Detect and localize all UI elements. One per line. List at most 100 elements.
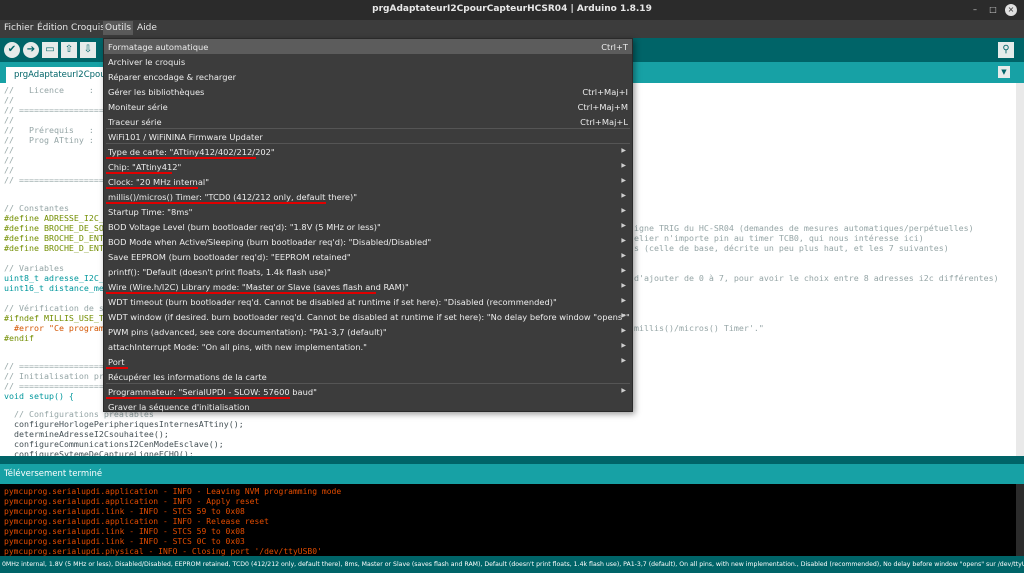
menu-item-label: Port <box>108 357 125 367</box>
panel-divider[interactable] <box>0 456 1024 464</box>
menu-item-label: Archiver le croquis <box>108 57 186 67</box>
menu-item-label: Chip: "ATtiny412" <box>108 162 182 172</box>
menu-croquis[interactable]: Croquis <box>71 23 105 33</box>
code-line: #define BROCHE_DE_SO <box>4 223 104 233</box>
menu-item[interactable]: Type de carte: "ATtiny412/402/212/202" ▶ <box>104 144 632 159</box>
menu-item[interactable]: Formatage automatique Ctrl+T <box>104 39 632 54</box>
tab-menu-icon[interactable]: ▼ <box>998 66 1010 78</box>
menu-item[interactable]: WDT window (if desired. burn bootloader … <box>104 309 632 324</box>
submenu-arrow-icon: ▶ <box>621 237 626 244</box>
code-line: // =================== <box>4 105 114 115</box>
code-line: #error "Ce program <box>4 323 104 333</box>
menu-item[interactable]: Graver la séquence d'initialisation <box>104 399 632 414</box>
code-line: configureSytemeDeCaptureLigneECHO(); <box>4 449 194 456</box>
menu-item[interactable]: Save EEPROM (burn bootloader req'd): "EE… <box>104 249 632 264</box>
menu-item-label: Formatage automatique <box>108 42 209 52</box>
menu-item-label: Type de carte: "ATtiny412/402/212/202" <box>108 147 275 157</box>
code-line: // =================== <box>4 175 114 185</box>
submenu-arrow-icon: ▶ <box>621 207 626 214</box>
code-line-fragment: s (celle de base, décrite un peu plus ha… <box>634 243 949 253</box>
menu-item-label: Programmateur: "SerialUPDI - SLOW: 57600… <box>108 387 317 397</box>
submenu-arrow-icon: ▶ <box>621 282 626 289</box>
code-line: // ================== <box>4 361 109 371</box>
new-sketch-button[interactable]: ▭ <box>42 42 58 58</box>
submenu-arrow-icon: ▶ <box>621 192 626 199</box>
menu-item-label: attachInterrupt Mode: "On all pins, with… <box>108 342 367 352</box>
editor-scrollbar[interactable] <box>1016 83 1024 456</box>
upload-button[interactable]: ➔ <box>23 42 39 58</box>
menu-item[interactable]: Chip: "ATtiny412" ▶ <box>104 159 632 174</box>
menu-item[interactable]: Programmateur: "SerialUPDI - SLOW: 57600… <box>104 384 632 399</box>
submenu-arrow-icon: ▶ <box>621 357 626 364</box>
minimize-icon[interactable]: – <box>969 4 981 16</box>
menu-item[interactable]: Archiver le croquis <box>104 54 632 69</box>
menu-item[interactable]: Startup Time: "8ms" ▶ <box>104 204 632 219</box>
menu-separator <box>106 143 630 144</box>
menu-item[interactable]: Réparer encodage & recharger <box>104 69 632 84</box>
serial-monitor-icon[interactable]: ⚲ <box>998 42 1014 58</box>
menu-item-shortcut: Ctrl+Maj+M <box>577 102 628 112</box>
menu-item[interactable]: Clock: "20 MHz internal" ▶ <box>104 174 632 189</box>
code-line: // Vérification de s <box>4 303 104 313</box>
verify-button[interactable]: ✔ <box>4 42 20 58</box>
menu-item[interactable]: millis()/micros() Timer: "TCD0 (412/212 … <box>104 189 632 204</box>
menu-item-shortcut: Ctrl+T <box>601 42 628 52</box>
menu-item-label: WiFi101 / WiFiNINA Firmware Updater <box>108 132 263 142</box>
menu-item[interactable]: BOD Voltage Level (burn bootloader req'd… <box>104 219 632 234</box>
menu-item[interactable]: printf(): "Default (doesn't print floats… <box>104 264 632 279</box>
menu-item[interactable]: Récupérer les informations de la carte <box>104 369 632 384</box>
menu-item-label: Traceur série <box>108 117 162 127</box>
submenu-arrow-icon: ▶ <box>621 222 626 229</box>
window-title: prgAdaptateurI2CpourCapteurHCSR04 | Ardu… <box>372 4 652 14</box>
maximize-icon[interactable]: □ <box>987 4 999 16</box>
menu-bar: Fichier Édition Croquis Outils Aide <box>0 20 1024 38</box>
code-line: // Prérequis : <box>4 125 94 135</box>
code-line: configureHorlogePeripheriquesInternesATt… <box>4 419 244 429</box>
console-line: pymcuprog.serialupdi.link - INFO - STCS … <box>4 537 245 546</box>
menu-item-label: Moniteur série <box>108 102 168 112</box>
code-line: // ================== <box>4 381 109 391</box>
code-line: #ifndef MILLIS_USE_T <box>4 313 104 323</box>
menu-fichier[interactable]: Fichier <box>4 23 33 33</box>
submenu-arrow-icon: ▶ <box>621 162 626 169</box>
console-line: pymcuprog.serialupdi.link - INFO - STCS … <box>4 527 245 536</box>
menu-aide[interactable]: Aide <box>137 23 157 33</box>
menu-item[interactable]: Traceur série Ctrl+Maj+L <box>104 114 632 129</box>
menu-item-label: Gérer les bibliothèques <box>108 87 205 97</box>
menu-item[interactable]: BOD Mode when Active/Sleeping (burn boot… <box>104 234 632 249</box>
menu-item-label: millis()/micros() Timer: "TCD0 (412/212 … <box>108 192 358 202</box>
menu-item[interactable]: Wire (Wire.h/I2C) Library mode: "Master … <box>104 279 632 294</box>
code-line: // <box>4 155 14 165</box>
menu-outils[interactable]: Outils <box>103 21 134 35</box>
menu-item[interactable]: WiFi101 / WiFiNINA Firmware Updater <box>104 129 632 144</box>
tab-sketch[interactable]: prgAdaptateurI2CpourCapteurHCSR04 <box>6 67 106 83</box>
code-line: // Licence : <box>4 85 94 95</box>
menu-item[interactable]: WDT timeout (burn bootloader req'd. Cann… <box>104 294 632 309</box>
menu-item-shortcut: Ctrl+Maj+L <box>580 117 628 127</box>
menu-item[interactable]: Port ▶ <box>104 354 632 369</box>
menu-item[interactable]: Gérer les bibliothèques Ctrl+Maj+I <box>104 84 632 99</box>
menu-item-label: Récupérer les informations de la carte <box>108 372 267 382</box>
menu-item-label: BOD Voltage Level (burn bootloader req'd… <box>108 222 381 232</box>
console-scrollbar[interactable] <box>1016 484 1024 556</box>
code-line-fragment: millis()/micros() Timer'." <box>634 323 764 333</box>
submenu-arrow-icon: ▶ <box>621 177 626 184</box>
close-icon[interactable]: × <box>1005 4 1017 16</box>
console-line: pymcuprog.serialupdi.application - INFO … <box>4 517 269 526</box>
menu-item[interactable]: attachInterrupt Mode: "On all pins, with… <box>104 339 632 354</box>
code-line: // <box>4 115 14 125</box>
console-output: pymcuprog.serialupdi.application - INFO … <box>0 484 1016 556</box>
menu-item-shortcut: Ctrl+Maj+I <box>582 87 628 97</box>
code-line: // Initialisation pr <box>4 371 104 381</box>
code-line-fragment: d'ajouter de 0 à 7, pour avoir le choix … <box>634 273 999 283</box>
menu-item-label: Wire (Wire.h/I2C) Library mode: "Master … <box>108 282 409 292</box>
open-sketch-button[interactable]: ⇧ <box>61 42 77 58</box>
board-config-status: 0MHz internal, 1.8V (5 MHz or less), Dis… <box>0 556 1024 573</box>
save-sketch-button[interactable]: ⇩ <box>80 42 96 58</box>
menu-edition[interactable]: Édition <box>37 23 68 33</box>
code-line: void setup() { <box>4 391 74 401</box>
menu-item[interactable]: PWM pins (advanced, see core documentati… <box>104 324 632 339</box>
code-line: #endif <box>4 333 34 343</box>
menu-item[interactable]: Moniteur série Ctrl+Maj+M <box>104 99 632 114</box>
submenu-arrow-icon: ▶ <box>621 252 626 259</box>
